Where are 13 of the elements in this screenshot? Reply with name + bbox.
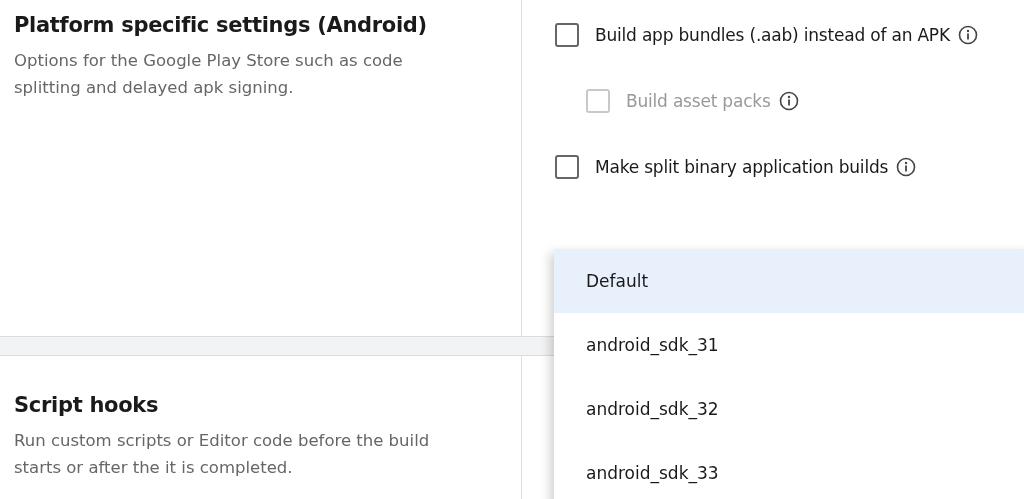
checkbox[interactable] [555, 155, 579, 179]
dropdown-option[interactable]: Default [554, 249, 1024, 313]
section-title: Platform specific settings (Android) [14, 13, 428, 37]
section-title: Script hooks [14, 393, 160, 417]
option-label: Build app bundles (.aab) instead of an APK [595, 25, 950, 45]
checkbox[interactable] [555, 23, 579, 47]
info-icon[interactable] [957, 25, 978, 45]
section-description: Run custom scripts or Editor code before the build starts or after the it is completed. [14, 430, 431, 479]
option-label: Build asset packs [626, 91, 771, 111]
info-icon[interactable] [896, 157, 917, 177]
option-label: Make split binary application builds [595, 157, 889, 177]
info-icon[interactable] [778, 91, 799, 111]
section-description: Options for the Google Play Store such as code splitting and delayed apk signing. [14, 50, 404, 99]
